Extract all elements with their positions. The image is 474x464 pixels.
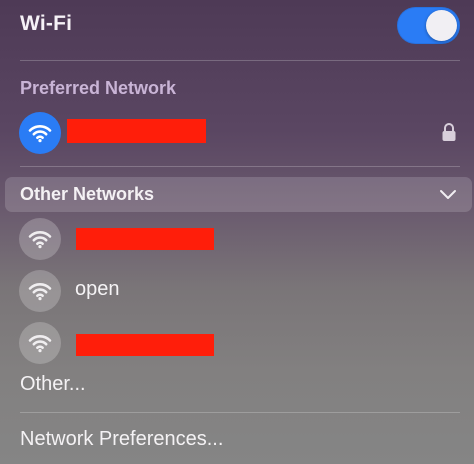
other-networks-header[interactable]: Other Networks: [5, 177, 472, 212]
network-row[interactable]: open: [0, 266, 474, 314]
redacted-network-name: [76, 228, 214, 250]
wifi-header: Wi-Fi: [0, 0, 474, 58]
divider: [20, 166, 460, 167]
wifi-toggle-knob: [426, 10, 457, 41]
wifi-icon: [19, 270, 61, 312]
wifi-toggle[interactable]: [397, 7, 460, 44]
redacted-network-name: [76, 334, 214, 356]
chevron-down-icon: [440, 190, 456, 199]
other-networks-heading: Other Networks: [20, 184, 155, 204]
redacted-network-name: [67, 119, 206, 143]
wifi-icon: [19, 112, 61, 154]
divider: [20, 60, 460, 61]
other-menu-item[interactable]: Other...: [20, 373, 86, 396]
preferred-network-row[interactable]: [0, 108, 474, 156]
preferred-network-heading: Preferred Network: [20, 78, 177, 98]
network-preferences-menu-item[interactable]: Network Preferences...: [20, 428, 223, 451]
wifi-title: Wi-Fi: [20, 12, 73, 35]
lock-icon: [442, 123, 456, 141]
wifi-icon: [19, 218, 61, 260]
network-row[interactable]: [0, 318, 474, 366]
wifi-menu-panel: Wi-Fi Preferred Network Other Networks o…: [0, 0, 474, 464]
network-row[interactable]: [0, 214, 474, 262]
network-name: open: [75, 278, 120, 300]
divider: [20, 412, 460, 413]
wifi-icon: [19, 322, 61, 364]
